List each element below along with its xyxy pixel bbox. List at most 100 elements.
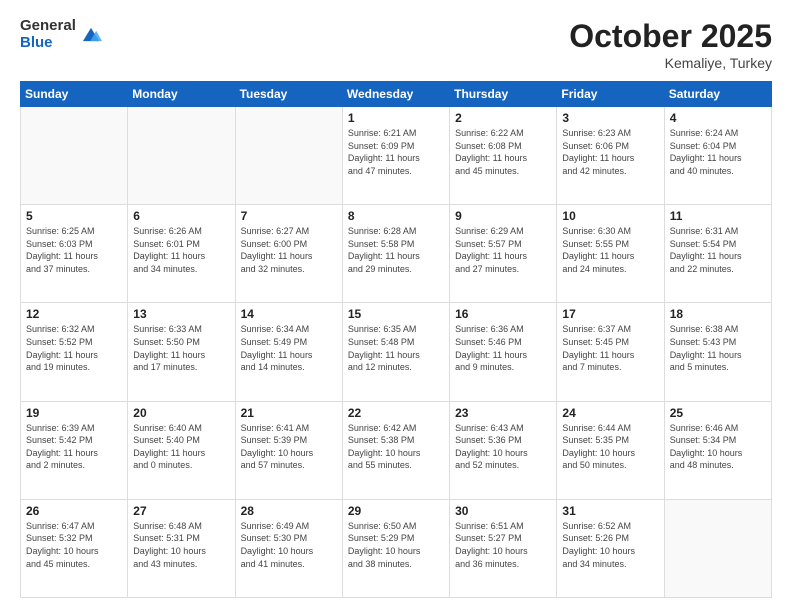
cell-w2-d2: 6 Sunrise: 6:26 AM Sunset: 6:01 PM Daylig… [128, 205, 235, 303]
day-number: 10 [562, 209, 658, 223]
day-number: 14 [241, 307, 337, 321]
day-info: Sunrise: 6:35 AM Sunset: 5:48 PM Dayligh… [348, 323, 444, 373]
day-number: 16 [455, 307, 551, 321]
day-number: 27 [133, 504, 229, 518]
day-info: Sunrise: 6:42 AM Sunset: 5:38 PM Dayligh… [348, 422, 444, 472]
cell-w5-d7 [664, 499, 771, 597]
cell-w2-d4: 8Sunrise: 6:28 AM Sunset: 5:58 PM Daylig… [342, 205, 449, 303]
header: General Blue October 2025 Kemaliye, Turk… [20, 18, 772, 71]
calendar-table: Sunday Monday Tuesday Wednesday Thursday… [20, 81, 772, 598]
day-number: 8 [348, 209, 444, 223]
cell-w4-d4: 22 Sunrise: 6:42 AM Sunset: 5:38 PM Dayli… [342, 401, 449, 499]
day-number: 30 [455, 504, 551, 518]
col-tuesday: Tuesday [235, 82, 342, 107]
cell-w1-d6: 3 Sunrise: 6:23 AM Sunset: 6:06 PM Daylig… [557, 107, 664, 205]
logo: General Blue [20, 18, 102, 51]
day-info: Sunrise: 6:49 AM Sunset: 5:30 PM Dayligh… [241, 520, 337, 570]
day-number: 15 [348, 307, 444, 321]
cell-w2-d6: 10 Sunrise: 6:30 AM Sunset: 5:55 PM Dayli… [557, 205, 664, 303]
col-thursday: Thursday [450, 82, 557, 107]
day-number: 28 [241, 504, 337, 518]
day-info: Sunrise: 6:27 AM Sunset: 6:00 PM Dayligh… [241, 225, 337, 275]
cell-w5-d1: 26Sunrise: 6:47 AM Sunset: 5:32 PM Dayli… [21, 499, 128, 597]
cell-w1-d5: 2 Sunrise: 6:22 AM Sunset: 6:08 PM Daylig… [450, 107, 557, 205]
day-number: 17 [562, 307, 658, 321]
cell-w3-d6: 17Sunrise: 6:37 AM Sunset: 5:45 PM Dayli… [557, 303, 664, 401]
col-monday: Monday [128, 82, 235, 107]
week-row-3: 12 Sunrise: 6:32 AM Sunset: 5:52 PM Dayli… [21, 303, 772, 401]
day-number: 20 [133, 406, 229, 420]
day-number: 5 [26, 209, 122, 223]
cell-w3-d3: 14Sunrise: 6:34 AM Sunset: 5:49 PM Dayli… [235, 303, 342, 401]
day-info: Sunrise: 6:22 AM Sunset: 6:08 PM Dayligh… [455, 127, 551, 177]
month-title: October 2025 [569, 18, 772, 55]
day-info: Sunrise: 6:23 AM Sunset: 6:06 PM Dayligh… [562, 127, 658, 177]
day-info: Sunrise: 6:30 AM Sunset: 5:55 PM Dayligh… [562, 225, 658, 275]
day-number: 7 [241, 209, 337, 223]
week-row-5: 26Sunrise: 6:47 AM Sunset: 5:32 PM Dayli… [21, 499, 772, 597]
col-saturday: Saturday [664, 82, 771, 107]
cell-w1-d7: 4Sunrise: 6:24 AM Sunset: 6:04 PM Daylig… [664, 107, 771, 205]
cell-w4-d1: 19Sunrise: 6:39 AM Sunset: 5:42 PM Dayli… [21, 401, 128, 499]
day-info: Sunrise: 6:47 AM Sunset: 5:32 PM Dayligh… [26, 520, 122, 570]
day-info: Sunrise: 6:52 AM Sunset: 5:26 PM Dayligh… [562, 520, 658, 570]
col-friday: Friday [557, 82, 664, 107]
day-info: Sunrise: 6:21 AM Sunset: 6:09 PM Dayligh… [348, 127, 444, 177]
cell-w2-d1: 5 Sunrise: 6:25 AM Sunset: 6:03 PM Daylig… [21, 205, 128, 303]
day-info: Sunrise: 6:46 AM Sunset: 5:34 PM Dayligh… [670, 422, 766, 472]
day-number: 9 [455, 209, 551, 223]
day-number: 12 [26, 307, 122, 321]
cell-w3-d5: 16 Sunrise: 6:36 AM Sunset: 5:46 PM Dayli… [450, 303, 557, 401]
day-number: 2 [455, 111, 551, 125]
week-row-2: 5 Sunrise: 6:25 AM Sunset: 6:03 PM Daylig… [21, 205, 772, 303]
day-info: Sunrise: 6:50 AM Sunset: 5:29 PM Dayligh… [348, 520, 444, 570]
day-number: 31 [562, 504, 658, 518]
day-info: Sunrise: 6:33 AM Sunset: 5:50 PM Dayligh… [133, 323, 229, 373]
cell-w2-d3: 7 Sunrise: 6:27 AM Sunset: 6:00 PM Daylig… [235, 205, 342, 303]
day-number: 23 [455, 406, 551, 420]
day-info: Sunrise: 6:25 AM Sunset: 6:03 PM Dayligh… [26, 225, 122, 275]
day-info: Sunrise: 6:29 AM Sunset: 5:57 PM Dayligh… [455, 225, 551, 275]
cell-w4-d7: 25 Sunrise: 6:46 AM Sunset: 5:34 PM Dayli… [664, 401, 771, 499]
day-number: 6 [133, 209, 229, 223]
day-number: 11 [670, 209, 766, 223]
day-info: Sunrise: 6:41 AM Sunset: 5:39 PM Dayligh… [241, 422, 337, 472]
day-info: Sunrise: 6:48 AM Sunset: 5:31 PM Dayligh… [133, 520, 229, 570]
day-info: Sunrise: 6:44 AM Sunset: 5:35 PM Dayligh… [562, 422, 658, 472]
day-info: Sunrise: 6:32 AM Sunset: 5:52 PM Dayligh… [26, 323, 122, 373]
cell-w1-d1 [21, 107, 128, 205]
day-info: Sunrise: 6:26 AM Sunset: 6:01 PM Dayligh… [133, 225, 229, 275]
cell-w5-d6: 31 Sunrise: 6:52 AM Sunset: 5:26 PM Dayli… [557, 499, 664, 597]
cell-w4-d5: 23Sunrise: 6:43 AM Sunset: 5:36 PM Dayli… [450, 401, 557, 499]
cell-w1-d2 [128, 107, 235, 205]
page: General Blue October 2025 Kemaliye, Turk… [0, 0, 792, 612]
day-info: Sunrise: 6:39 AM Sunset: 5:42 PM Dayligh… [26, 422, 122, 472]
day-number: 13 [133, 307, 229, 321]
logo-blue: Blue [20, 35, 76, 52]
day-number: 3 [562, 111, 658, 125]
cell-w1-d3 [235, 107, 342, 205]
cell-w5-d5: 30 Sunrise: 6:51 AM Sunset: 5:27 PM Dayli… [450, 499, 557, 597]
cell-w5-d4: 29Sunrise: 6:50 AM Sunset: 5:29 PM Dayli… [342, 499, 449, 597]
day-info: Sunrise: 6:36 AM Sunset: 5:46 PM Dayligh… [455, 323, 551, 373]
cell-w3-d7: 18 Sunrise: 6:38 AM Sunset: 5:43 PM Dayli… [664, 303, 771, 401]
cell-w2-d7: 11Sunrise: 6:31 AM Sunset: 5:54 PM Dayli… [664, 205, 771, 303]
logo-icon [80, 25, 102, 47]
cell-w1-d4: 1 Sunrise: 6:21 AM Sunset: 6:09 PM Daylig… [342, 107, 449, 205]
col-wednesday: Wednesday [342, 82, 449, 107]
day-number: 25 [670, 406, 766, 420]
day-number: 22 [348, 406, 444, 420]
day-number: 1 [348, 111, 444, 125]
week-row-4: 19Sunrise: 6:39 AM Sunset: 5:42 PM Dayli… [21, 401, 772, 499]
cell-w5-d3: 28 Sunrise: 6:49 AM Sunset: 5:30 PM Dayli… [235, 499, 342, 597]
day-number: 18 [670, 307, 766, 321]
day-number: 21 [241, 406, 337, 420]
day-info: Sunrise: 6:40 AM Sunset: 5:40 PM Dayligh… [133, 422, 229, 472]
day-info: Sunrise: 6:38 AM Sunset: 5:43 PM Dayligh… [670, 323, 766, 373]
day-info: Sunrise: 6:51 AM Sunset: 5:27 PM Dayligh… [455, 520, 551, 570]
logo-general: General [20, 18, 76, 35]
logo-text: General Blue [20, 18, 76, 51]
col-sunday: Sunday [21, 82, 128, 107]
day-info: Sunrise: 6:24 AM Sunset: 6:04 PM Dayligh… [670, 127, 766, 177]
cell-w4-d6: 24Sunrise: 6:44 AM Sunset: 5:35 PM Dayli… [557, 401, 664, 499]
